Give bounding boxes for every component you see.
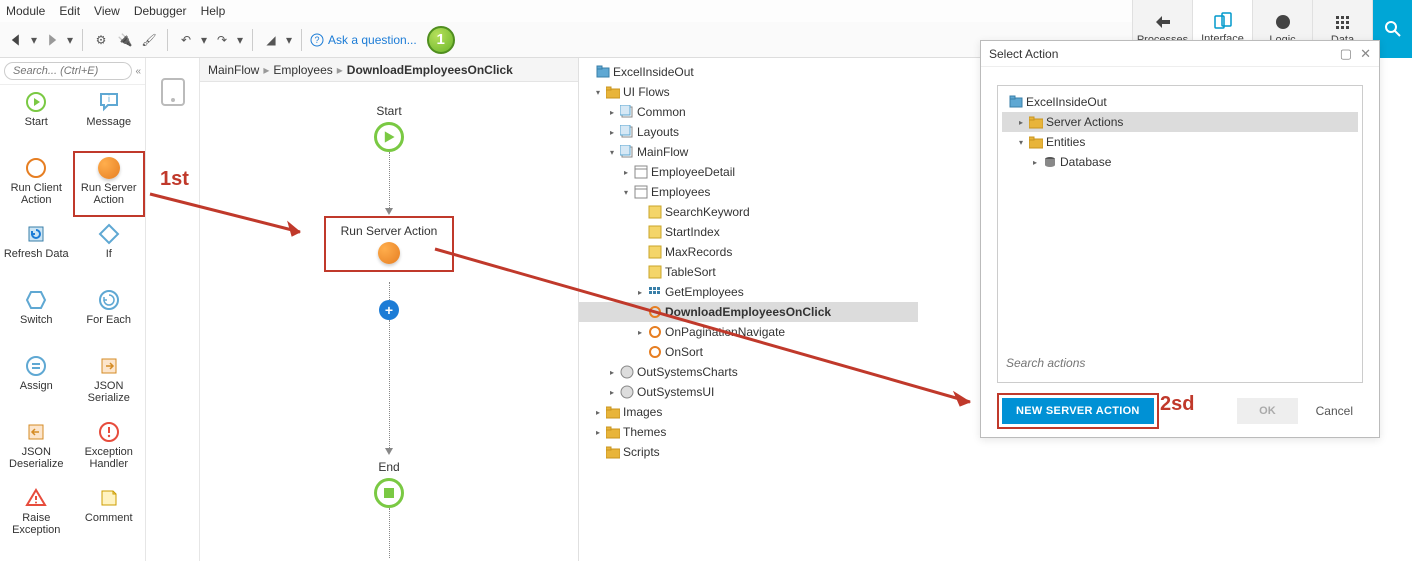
close-icon[interactable]: ✕ xyxy=(1360,46,1371,62)
new-server-action-highlight: NEW SERVER ACTION xyxy=(997,393,1159,429)
ask-question[interactable]: ? Ask a question... xyxy=(310,33,417,47)
tree-employees[interactable]: ▾Employees xyxy=(579,182,918,202)
menu-view[interactable]: View xyxy=(94,4,120,18)
svg-text:?: ? xyxy=(314,35,319,45)
dropdown-icon[interactable]: ▾ xyxy=(236,30,244,50)
bc-employees[interactable]: Employees xyxy=(273,63,332,77)
toolbox-search[interactable] xyxy=(4,62,132,80)
end-node[interactable] xyxy=(374,478,404,508)
select-action-dialog: Select Action ▢ ✕ ExcelInsideOut ▸Server… xyxy=(980,40,1380,438)
menu-module[interactable]: Module xyxy=(6,4,45,18)
new-server-action-button[interactable]: NEW SERVER ACTION xyxy=(1002,398,1154,424)
preview-column xyxy=(146,58,200,561)
tool-start[interactable]: Start xyxy=(0,85,73,151)
dialog-tree: ExcelInsideOut ▸Server Actions ▾Entities… xyxy=(997,85,1363,383)
svg-text:i: i xyxy=(108,94,110,104)
tree-scripts[interactable]: Scripts xyxy=(579,442,918,462)
plug-icon[interactable]: 🔌 xyxy=(115,30,135,50)
tree-startidx[interactable]: StartIndex xyxy=(579,222,918,242)
dlg-root[interactable]: ExcelInsideOut xyxy=(1002,92,1358,112)
bc-mainflow[interactable]: MainFlow xyxy=(208,63,259,77)
tool-comment[interactable]: Comment xyxy=(73,481,146,547)
tree-themes[interactable]: ▸Themes xyxy=(579,422,918,442)
phone-icon[interactable] xyxy=(161,78,185,106)
tool-run-client[interactable]: Run Client Action xyxy=(0,151,73,217)
start-label: Start xyxy=(376,104,401,118)
tree-empdetail[interactable]: ▸EmployeeDetail xyxy=(579,162,918,182)
maximize-icon[interactable]: ▢ xyxy=(1340,46,1352,62)
undo-icon[interactable]: ↶ xyxy=(176,30,196,50)
collapse-icon[interactable]: « xyxy=(135,66,141,77)
dialog-titlebar: Select Action ▢ ✕ xyxy=(981,41,1379,67)
orange-ball-icon xyxy=(378,242,400,264)
tool-raise-exception[interactable]: Raise Exception xyxy=(0,481,73,547)
dropdown-icon[interactable]: ▾ xyxy=(200,30,208,50)
tool-json-deserialize[interactable]: JSON Deserialize xyxy=(0,415,73,481)
orange-ball-icon xyxy=(98,157,120,179)
megaphone-icon[interactable]: ◢ xyxy=(261,30,281,50)
tree-common[interactable]: ▸Common xyxy=(579,102,918,122)
tool-if[interactable]: If xyxy=(73,217,146,283)
gear-icon[interactable]: ⚙ xyxy=(91,30,111,50)
dlg-entities[interactable]: ▾Entities xyxy=(1002,132,1358,152)
menu-debugger[interactable]: Debugger xyxy=(134,4,187,18)
tool-switch[interactable]: Switch xyxy=(0,283,73,349)
annotation-2sd: 2sd xyxy=(1160,393,1194,416)
bc-current: DownloadEmployeesOnClick xyxy=(347,63,513,77)
brush-icon[interactable]: 🖌 xyxy=(139,30,159,50)
rsa-label: Run Server Action xyxy=(341,224,438,238)
tree-mainflow[interactable]: ▾MainFlow xyxy=(579,142,918,162)
tool-refresh[interactable]: Refresh Data xyxy=(0,217,73,283)
breadcrumb: MainFlow ▸ Employees ▸ DownloadEmployees… xyxy=(200,58,578,82)
menu-edit[interactable]: Edit xyxy=(59,4,80,18)
dropdown-icon[interactable]: ▾ xyxy=(285,30,293,50)
dlg-database[interactable]: ▸Database xyxy=(1002,152,1358,172)
tree-layouts[interactable]: ▸Layouts xyxy=(579,122,918,142)
tree-root[interactable]: ExcelInsideOut xyxy=(579,62,918,82)
cancel-button[interactable]: Cancel xyxy=(1306,398,1363,424)
arrow-annotation-1 xyxy=(140,182,320,242)
toolbox-panel: « Start i Message Run Client Action Run … xyxy=(0,58,146,561)
chevron-icon: ▸ xyxy=(337,63,343,77)
nav-fwd-icon[interactable] xyxy=(42,30,62,50)
arrow-annotation-2 xyxy=(430,244,990,414)
end-label: End xyxy=(378,460,399,474)
step-badge-1: 1 xyxy=(427,26,455,54)
tool-run-server[interactable]: Run Server Action xyxy=(73,151,146,217)
tree-uiflows[interactable]: ▾UI Flows xyxy=(579,82,918,102)
tool-assign[interactable]: Assign xyxy=(0,349,73,415)
dropdown-icon[interactable]: ▾ xyxy=(66,30,74,50)
menu-help[interactable]: Help xyxy=(201,4,226,18)
dropdown-icon[interactable]: ▾ xyxy=(30,30,38,50)
tree-searchkw[interactable]: SearchKeyword xyxy=(579,202,918,222)
tool-json-serialize[interactable]: JSON Serialize xyxy=(73,349,146,415)
nav-back-icon[interactable] xyxy=(6,30,26,50)
ok-button[interactable]: OK xyxy=(1237,398,1298,424)
start-node[interactable] xyxy=(374,122,404,152)
redo-icon[interactable]: ↷ xyxy=(212,30,232,50)
tool-foreach[interactable]: For Each xyxy=(73,283,146,349)
add-node[interactable]: + xyxy=(379,300,399,320)
tool-message[interactable]: i Message xyxy=(73,85,146,151)
tool-exception-handler[interactable]: Exception Handler xyxy=(73,415,146,481)
chevron-icon: ▸ xyxy=(263,63,269,77)
dialog-title: Select Action xyxy=(989,47,1058,61)
dlg-server-actions[interactable]: ▸Server Actions xyxy=(1002,112,1358,132)
dialog-search[interactable] xyxy=(1002,350,1358,376)
